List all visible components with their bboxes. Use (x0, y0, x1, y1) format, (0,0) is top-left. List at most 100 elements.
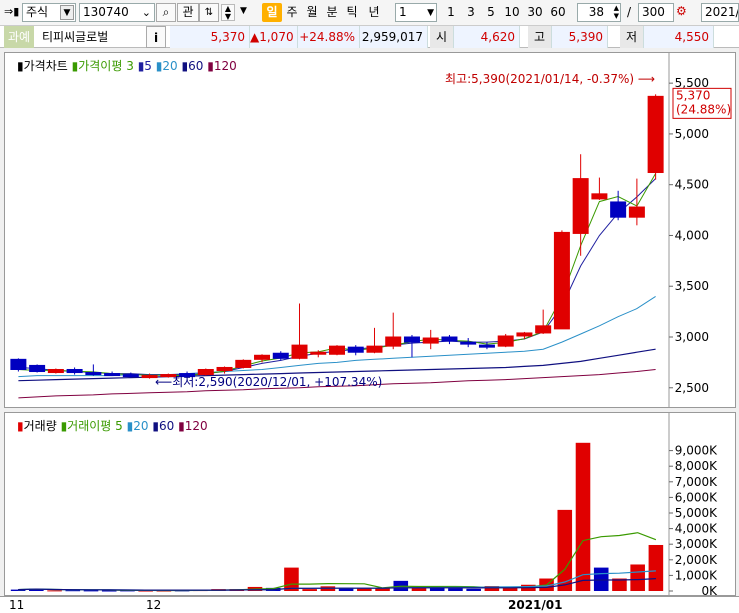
candle-body (104, 373, 121, 377)
open-price: 4,620 (454, 26, 520, 48)
y-tick-label: 3,500 (675, 279, 709, 293)
period-tick[interactable]: 틱 (342, 3, 362, 22)
x-axis: 11 12 2021/01 (0, 596, 739, 613)
candle-body (122, 374, 139, 378)
candle-body (310, 351, 327, 355)
vol-y-tick-label: 8,000K (675, 459, 718, 473)
candle-body (366, 345, 383, 353)
period-week[interactable]: 주 (282, 3, 302, 22)
candle-body (647, 95, 664, 174)
stock-name: 티피씨글로벌 (42, 30, 109, 44)
y-tick-label: 5,000 (675, 127, 709, 141)
interval-select[interactable]: 1 ▼ (395, 3, 437, 22)
vol-y-tick-label: 6,000K (675, 490, 718, 504)
vol-y-tick-label: 5,000K (675, 506, 718, 520)
candle-body (403, 336, 420, 343)
vol-y-tick-label: 2,000K (675, 553, 718, 567)
interval-5[interactable]: 5 (481, 3, 501, 22)
candle-body (460, 341, 477, 345)
candle-body (85, 372, 102, 376)
candle-body (347, 346, 364, 353)
current-price-tag-pct: (24.88%) (676, 102, 731, 116)
vol-y-tick-label: 9,000K (675, 444, 718, 458)
search-button[interactable]: ⌕ (156, 3, 176, 22)
candle-body (422, 337, 439, 344)
candle-body (385, 336, 402, 347)
volume-bar (557, 509, 573, 591)
low-price: 4,550 (644, 26, 714, 48)
candle-body (535, 325, 552, 334)
count-separator: / (627, 5, 632, 19)
current-price: 5,370 (170, 26, 250, 48)
window-pin-icon[interactable]: ⇒▮ (4, 5, 19, 18)
volume-chart-svg[interactable]: 9,000K8,000K 7,000K6,000K 5,000K 4,000K3,00… (5, 413, 735, 595)
interval-1[interactable]: 1 (441, 3, 461, 22)
x-label-jan: 2021/01 (508, 598, 563, 612)
volume-chart-panel[interactable]: ▮거래량 ▮거래이평 5 ▮20 ▮60 ▮120 9,000K 8,000K 7,… (4, 412, 736, 596)
kwan-button[interactable]: 관 (177, 3, 199, 22)
volume-bar (65, 590, 81, 592)
total-count-input[interactable]: 300 (638, 3, 674, 22)
period-day[interactable]: 일 (262, 3, 282, 22)
interval-value: 1 (399, 5, 407, 19)
display-count-value: 38 (588, 5, 604, 19)
period-year[interactable]: 년 (364, 3, 384, 22)
current-price-tag-value: 5,370 (676, 88, 710, 102)
chevron-down-icon[interactable]: ⌄ (142, 4, 151, 21)
x-label-dec: 12 (146, 598, 162, 612)
min-annotation: ⟵최저:2,590(2020/12/01, +107.34%) (155, 375, 382, 389)
x-label-nov: 11 (9, 598, 25, 612)
candle-body (516, 332, 533, 337)
interval-3[interactable]: 3 (461, 3, 481, 22)
market-label: 주식 (26, 5, 49, 19)
interval-10[interactable]: 10 (501, 3, 523, 22)
y-tick-label: 3,000 (675, 330, 709, 344)
candle-body (441, 336, 458, 342)
candle-body (497, 335, 514, 347)
candle-body (591, 193, 608, 200)
info-button[interactable]: i (146, 26, 166, 48)
candle-body (29, 364, 46, 373)
spinner-icon[interactable]: ▲ ▼ (614, 4, 619, 20)
period-minute[interactable]: 분 (322, 3, 342, 22)
candle-body (47, 368, 64, 374)
candle-body (216, 366, 233, 372)
candle-body (10, 358, 27, 370)
spin-button[interactable]: ▲ ▼ (221, 4, 235, 21)
candle-body (197, 368, 214, 376)
volume-bar (575, 442, 591, 591)
interval-60[interactable]: 60 (547, 3, 569, 22)
candle-body (291, 344, 308, 359)
settings-icon[interactable]: ⚙ (676, 4, 687, 18)
high-price: 5,390 (552, 26, 608, 48)
low-label: 저 (620, 26, 644, 48)
date-input[interactable]: 2021/0 (701, 3, 739, 22)
period-month[interactable]: 월 (302, 3, 322, 22)
display-count-input[interactable]: 38 ▲ ▼ (577, 3, 621, 22)
vol-y-tick-label: 1,000K (675, 568, 718, 582)
volume-bar (83, 590, 99, 592)
favorite-button[interactable]: ⇅ (199, 3, 219, 22)
vol-y-tick-label: 4,000K (675, 522, 718, 536)
volume-bar (284, 567, 299, 591)
vol-y-tick-label: 7,000K (675, 475, 718, 489)
stock-code-input[interactable]: 130740 ⌄ (79, 3, 155, 22)
dropdown-arrow-icon[interactable]: ▼ (240, 6, 247, 16)
chevron-down-icon[interactable]: ▼ (427, 5, 434, 21)
price-change-pct: +24.88% (298, 26, 360, 48)
y-tick-label: 2,500 (675, 381, 709, 395)
chevron-down-icon[interactable]: ▼ (60, 5, 74, 20)
candle-body (329, 345, 345, 355)
price-chart-panel[interactable]: ▮가격차트 ▮가격이평 3 ▮5 ▮20 ▮60 ▮120 5,500 5,000… (4, 52, 736, 408)
open-label: 시 (430, 26, 454, 48)
interval-30[interactable]: 30 (524, 3, 546, 22)
candle-body (610, 201, 627, 218)
volume-bar (593, 567, 609, 591)
vol-y-tick-label: 0K (701, 584, 718, 595)
price-chart-svg[interactable]: 5,5005,0004,5004,0003,5003,0002,5005,370… (5, 53, 735, 407)
volume-bar (630, 564, 645, 591)
trade-volume: 2,959,017 (360, 26, 428, 48)
candle-body (254, 354, 271, 360)
market-select[interactable]: 주식 ▼ (22, 3, 76, 22)
candle-body (66, 368, 83, 374)
